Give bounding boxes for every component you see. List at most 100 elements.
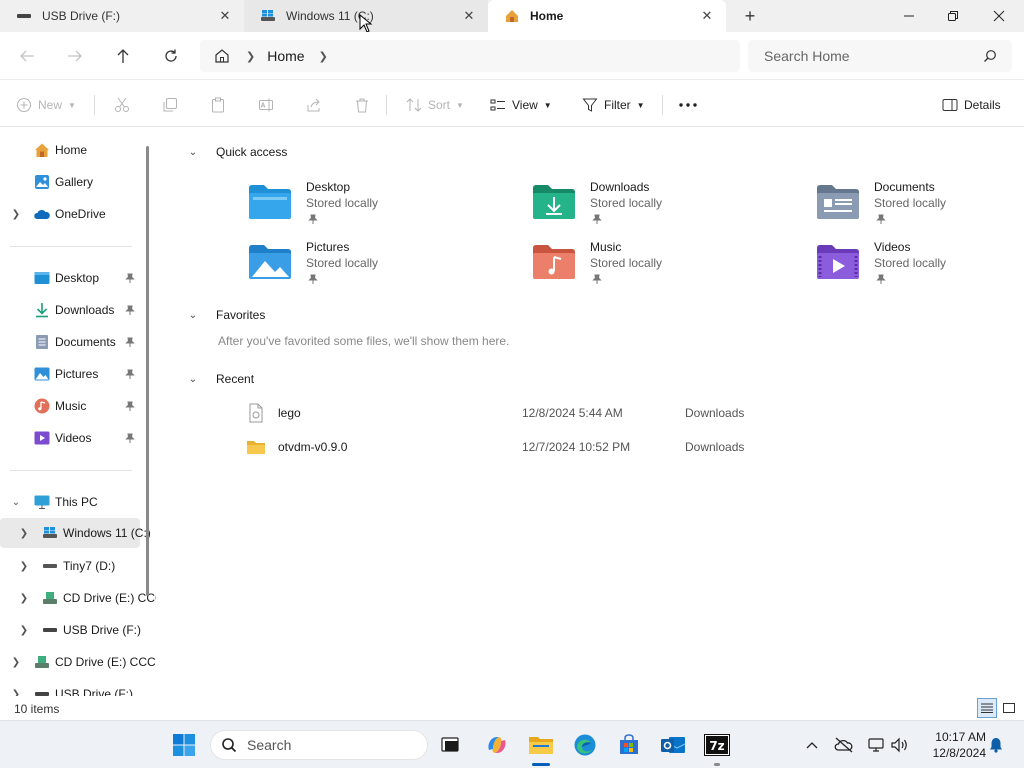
chevron-right-icon[interactable]: ❯ bbox=[18, 625, 30, 636]
close-icon[interactable]: ✕ bbox=[696, 5, 718, 27]
task-view-button[interactable] bbox=[434, 729, 466, 761]
sidebar-item-home[interactable]: Home bbox=[0, 135, 140, 165]
chevron-right-icon[interactable]: ❯ bbox=[246, 50, 255, 63]
chevron-right-icon[interactable]: ❯ bbox=[10, 689, 22, 697]
forward-button[interactable] bbox=[62, 44, 88, 68]
paste-button[interactable] bbox=[210, 93, 232, 117]
close-window-button[interactable] bbox=[976, 0, 1022, 32]
file-explorer-taskbar-button[interactable] bbox=[525, 729, 557, 761]
pin-icon bbox=[876, 274, 886, 284]
sidebar-item-cd-drive-root[interactable]: ❯ CD Drive (E:) CCCOMA_X64FRE bbox=[0, 647, 156, 677]
new-tab-button[interactable]: + bbox=[738, 5, 762, 27]
chevron-down-icon[interactable]: ⌄ bbox=[186, 374, 200, 385]
pin-icon[interactable] bbox=[124, 432, 136, 444]
pin-icon[interactable] bbox=[124, 304, 136, 316]
sidebar-item-music[interactable]: Music bbox=[0, 391, 140, 421]
chevron-right-icon[interactable]: ❯ bbox=[10, 657, 22, 668]
chevron-down-icon[interactable]: ⌄ bbox=[186, 147, 200, 158]
details-button[interactable]: Details bbox=[942, 93, 1001, 117]
chevron-right-icon[interactable]: ❯ bbox=[18, 593, 30, 604]
details-view-button[interactable] bbox=[977, 698, 997, 718]
section-quick-access[interactable]: ⌄ Quick access bbox=[186, 142, 288, 162]
refresh-button[interactable] bbox=[158, 44, 184, 68]
sidebar-item-windows-drive[interactable]: ❯ Windows 11 (C:) bbox=[0, 518, 151, 548]
up-button[interactable] bbox=[110, 44, 136, 68]
quick-access-desktop[interactable]: Desktop Stored locally bbox=[248, 180, 488, 232]
share-button[interactable] bbox=[306, 93, 328, 117]
sidebar-item-tiny7-drive[interactable]: ❯ Tiny7 (D:) bbox=[0, 551, 140, 581]
chevron-right-icon[interactable]: ❯ bbox=[18, 561, 30, 572]
notifications-button[interactable] bbox=[986, 735, 1006, 755]
taskbar-search[interactable]: Search bbox=[210, 730, 428, 760]
quick-access-pictures[interactable]: Pictures Stored locally bbox=[248, 240, 488, 292]
cut-button[interactable] bbox=[114, 93, 136, 117]
tab-home[interactable]: Home ✕ bbox=[488, 0, 726, 32]
section-recent[interactable]: ⌄ Recent bbox=[186, 369, 254, 389]
quick-access-music[interactable]: Music Stored locally bbox=[532, 240, 772, 292]
outlook-button[interactable] bbox=[657, 729, 689, 761]
back-button[interactable] bbox=[14, 44, 40, 68]
minimize-button[interactable] bbox=[886, 0, 932, 32]
pin-icon[interactable] bbox=[124, 336, 136, 348]
sidebar-item-downloads[interactable]: Downloads bbox=[0, 295, 140, 325]
sidebar-item-gallery[interactable]: Gallery bbox=[0, 167, 140, 197]
sidebar-item-pictures[interactable]: Pictures bbox=[0, 359, 140, 389]
more-options-button[interactable] bbox=[678, 93, 704, 117]
pin-icon[interactable] bbox=[124, 400, 136, 412]
microsoft-store-button[interactable] bbox=[613, 729, 645, 761]
edge-button[interactable] bbox=[569, 729, 601, 761]
chevron-down-icon[interactable]: ⌄ bbox=[186, 310, 200, 321]
copy-button[interactable] bbox=[162, 93, 184, 117]
pin-icon[interactable] bbox=[124, 272, 136, 284]
sidebar-item-desktop[interactable]: Desktop bbox=[0, 263, 140, 293]
sidebar-item-label: USB Drive (F:) bbox=[55, 687, 133, 696]
show-hidden-icons-button[interactable] bbox=[802, 735, 822, 755]
videos-folder-icon bbox=[817, 245, 859, 279]
volume-button[interactable] bbox=[890, 735, 910, 755]
chevron-down-icon[interactable]: ⌄ bbox=[10, 497, 22, 508]
chevron-down-icon: ▼ bbox=[543, 100, 552, 110]
quick-access-documents[interactable]: Documents Stored locally bbox=[816, 180, 1024, 232]
pin-icon[interactable] bbox=[124, 368, 136, 380]
tab-usb-drive[interactable]: USB Drive (F:) ✕ bbox=[0, 0, 244, 32]
onedrive-offline-icon bbox=[834, 737, 853, 753]
network-button[interactable] bbox=[866, 735, 886, 755]
search-box[interactable]: Search Home bbox=[748, 40, 1012, 72]
address-bar[interactable]: ❯ Home ❯ bbox=[200, 40, 740, 72]
sidebar-item-documents[interactable]: Documents bbox=[0, 327, 140, 357]
sidebar-item-this-pc[interactable]: ⌄ This PC bbox=[0, 487, 140, 517]
breadcrumb-home[interactable]: Home bbox=[267, 48, 304, 64]
details-label: Details bbox=[964, 98, 1001, 112]
copilot-button[interactable] bbox=[481, 729, 513, 761]
onedrive-status-button[interactable] bbox=[834, 735, 854, 755]
filter-button[interactable]: Filter ▼ bbox=[582, 93, 645, 117]
sidebar-item-onedrive[interactable]: ❯ OneDrive bbox=[0, 199, 140, 229]
start-button[interactable] bbox=[168, 729, 200, 761]
new-button[interactable]: New ▼ bbox=[16, 93, 76, 117]
sidebar-scrollbar[interactable] bbox=[146, 146, 149, 596]
sort-button[interactable]: Sort ▼ bbox=[406, 93, 464, 117]
clock[interactable]: 10:17 AM 12/8/2024 bbox=[922, 729, 986, 761]
sidebar-item-usb-drive[interactable]: ❯ USB Drive (F:) bbox=[0, 615, 141, 645]
view-button[interactable]: View ▼ bbox=[490, 93, 552, 117]
rename-button[interactable] bbox=[258, 93, 280, 117]
sidebar-item-usb-drive-root[interactable]: ❯ USB Drive (F:) bbox=[0, 679, 140, 696]
sidebar-item-videos[interactable]: Videos bbox=[0, 423, 140, 453]
search-input[interactable]: Search Home bbox=[764, 48, 980, 64]
close-icon[interactable]: ✕ bbox=[458, 5, 480, 27]
quick-access-videos[interactable]: Videos Stored locally bbox=[816, 240, 1024, 292]
chevron-right-icon[interactable]: ❯ bbox=[10, 209, 22, 220]
recent-row[interactable]: otvdm-v0.9.0 12/7/2024 10:52 PM Download… bbox=[246, 434, 766, 460]
home-outline-icon[interactable] bbox=[212, 46, 232, 66]
chevron-right-icon[interactable]: ❯ bbox=[319, 50, 328, 63]
tiles-view-button[interactable] bbox=[999, 698, 1019, 718]
delete-button[interactable] bbox=[354, 93, 376, 117]
sidebar-item-cd-drive[interactable]: ❯ CD Drive (E:) CCCOMA_X64FRE bbox=[0, 583, 156, 613]
chevron-right-icon[interactable]: ❯ bbox=[18, 528, 30, 539]
section-favorites[interactable]: ⌄ Favorites bbox=[186, 305, 266, 325]
quick-access-downloads[interactable]: Downloads Stored locally bbox=[532, 180, 772, 232]
close-icon[interactable]: ✕ bbox=[214, 5, 236, 27]
restore-button[interactable] bbox=[930, 0, 976, 32]
recent-row[interactable]: lego 12/8/2024 5:44 AM Downloads bbox=[246, 400, 766, 426]
7zip-button[interactable]: 7z bbox=[701, 729, 733, 761]
